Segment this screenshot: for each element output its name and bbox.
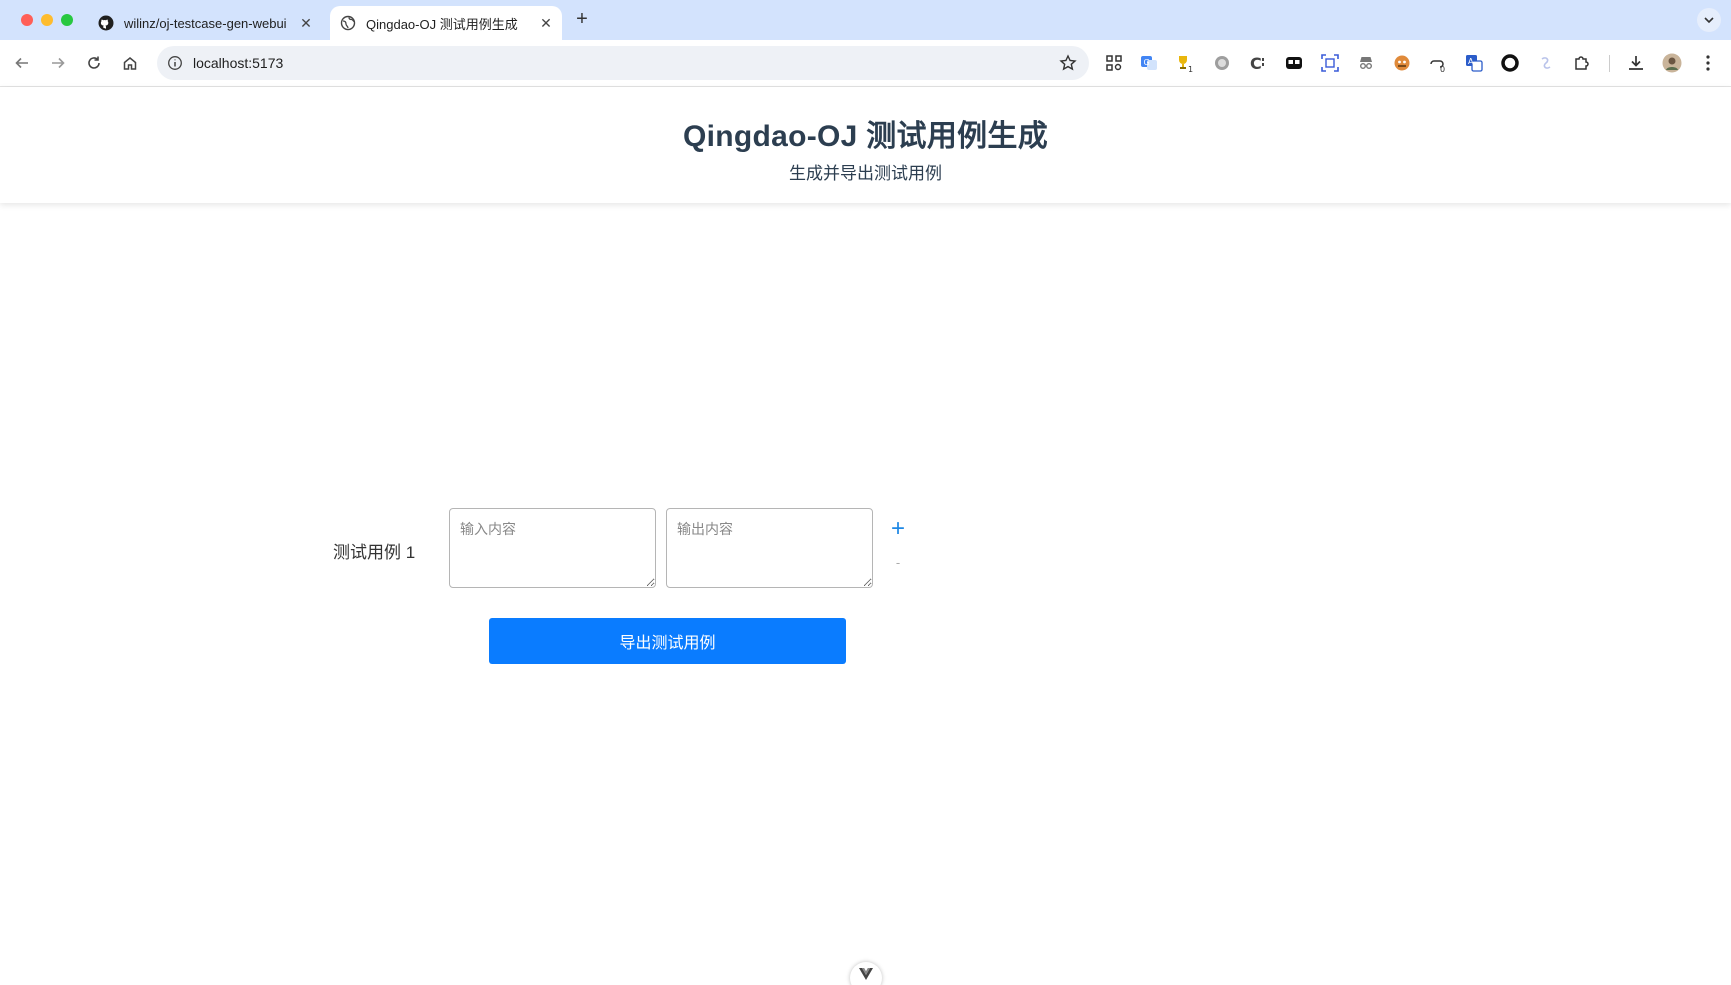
minimize-window-button[interactable] (41, 14, 53, 26)
dual-window-extension-icon[interactable] (1284, 53, 1304, 73)
address-bar[interactable]: localhost:5173 (157, 46, 1089, 80)
home-icon (123, 57, 137, 70)
tab-github[interactable]: wilinz/oj-testcase-gen-webui ✕ (90, 6, 322, 40)
circle-extension-icon[interactable] (1500, 53, 1520, 73)
svg-text:0: 0 (1440, 65, 1445, 73)
svg-text:C: C (1250, 54, 1262, 72)
reload-icon (88, 56, 100, 69)
svg-text:G: G (1144, 58, 1150, 67)
forward-arrow-icon (52, 57, 65, 69)
testcase-input-field[interactable] (449, 508, 656, 588)
maximize-window-button[interactable] (61, 14, 73, 26)
close-window-button[interactable] (21, 14, 33, 26)
page-subtitle: 生成并导出测试用例 (789, 164, 942, 183)
swirl-extension-icon[interactable] (1536, 53, 1556, 73)
trophy-extension-icon[interactable]: 1 (1175, 53, 1195, 73)
avatar[interactable] (1662, 53, 1682, 73)
scan-extension-icon[interactable] (1320, 53, 1340, 73)
toolbar-divider (1609, 55, 1610, 72)
url-text: localhost:5173 (193, 55, 284, 71)
remove-testcase-button[interactable]: - (891, 556, 905, 570)
vue-devtools-toggle[interactable] (850, 962, 882, 985)
svg-text:1: 1 (1188, 65, 1193, 73)
extensions-puzzle-icon[interactable] (1572, 53, 1592, 73)
download-icon[interactable] (1626, 53, 1646, 73)
tab-title: wilinz/oj-testcase-gen-webui (124, 15, 287, 31)
page-title: Qingdao-OJ 测试用例生成 (682, 120, 1049, 153)
home-button[interactable] (118, 51, 142, 75)
svg-text:A: A (1468, 57, 1474, 66)
export-testcases-button[interactable]: 导出测试用例 (489, 618, 846, 664)
close-tab-icon[interactable]: ✕ (298, 15, 314, 31)
chevron-down-icon (1704, 17, 1714, 24)
reload-button[interactable] (82, 51, 106, 75)
tab-active[interactable]: Qingdao-OJ 测试用例生成 ✕ (330, 6, 562, 40)
qr-code-extension-icon[interactable] (1104, 53, 1124, 73)
browser-toolbar: localhost:5173 G 1 C 0 A (0, 40, 1731, 87)
back-button[interactable] (10, 51, 34, 75)
tab-title: Qingdao-OJ 测试用例生成 (366, 16, 518, 32)
language-extension-icon[interactable]: A (1464, 53, 1484, 73)
cloud-extension-icon[interactable]: 0 (1428, 53, 1448, 73)
c-extension-icon[interactable]: C (1248, 53, 1268, 73)
testcase-label: 测试用例 1 (333, 543, 416, 562)
browser-tab-bar: wilinz/oj-testcase-gen-webui ✕ Qingdao-O… (0, 0, 1731, 40)
incognito-extension-icon[interactable] (1356, 53, 1376, 73)
forward-button[interactable] (46, 51, 70, 75)
fox-extension-icon[interactable] (1392, 53, 1412, 73)
testcase-output-field[interactable] (666, 508, 873, 588)
browser-menu-icon[interactable] (1698, 53, 1718, 73)
globe-icon (340, 15, 356, 31)
new-tab-icon[interactable]: + (572, 9, 592, 29)
globe-extension-icon[interactable] (1212, 53, 1232, 73)
add-testcase-button[interactable]: + (888, 517, 908, 541)
page-header: Qingdao-OJ 测试用例生成 生成并导出测试用例 (0, 87, 1731, 203)
site-info-icon[interactable] (167, 55, 183, 71)
github-icon (98, 15, 114, 31)
back-arrow-icon (15, 57, 28, 69)
vue-logo-icon (859, 968, 873, 980)
tab-search-button[interactable] (1697, 8, 1721, 32)
translate-extension-icon[interactable]: G (1139, 53, 1159, 73)
close-tab-icon[interactable]: ✕ (538, 15, 554, 31)
bookmark-star-icon[interactable] (1059, 54, 1077, 72)
